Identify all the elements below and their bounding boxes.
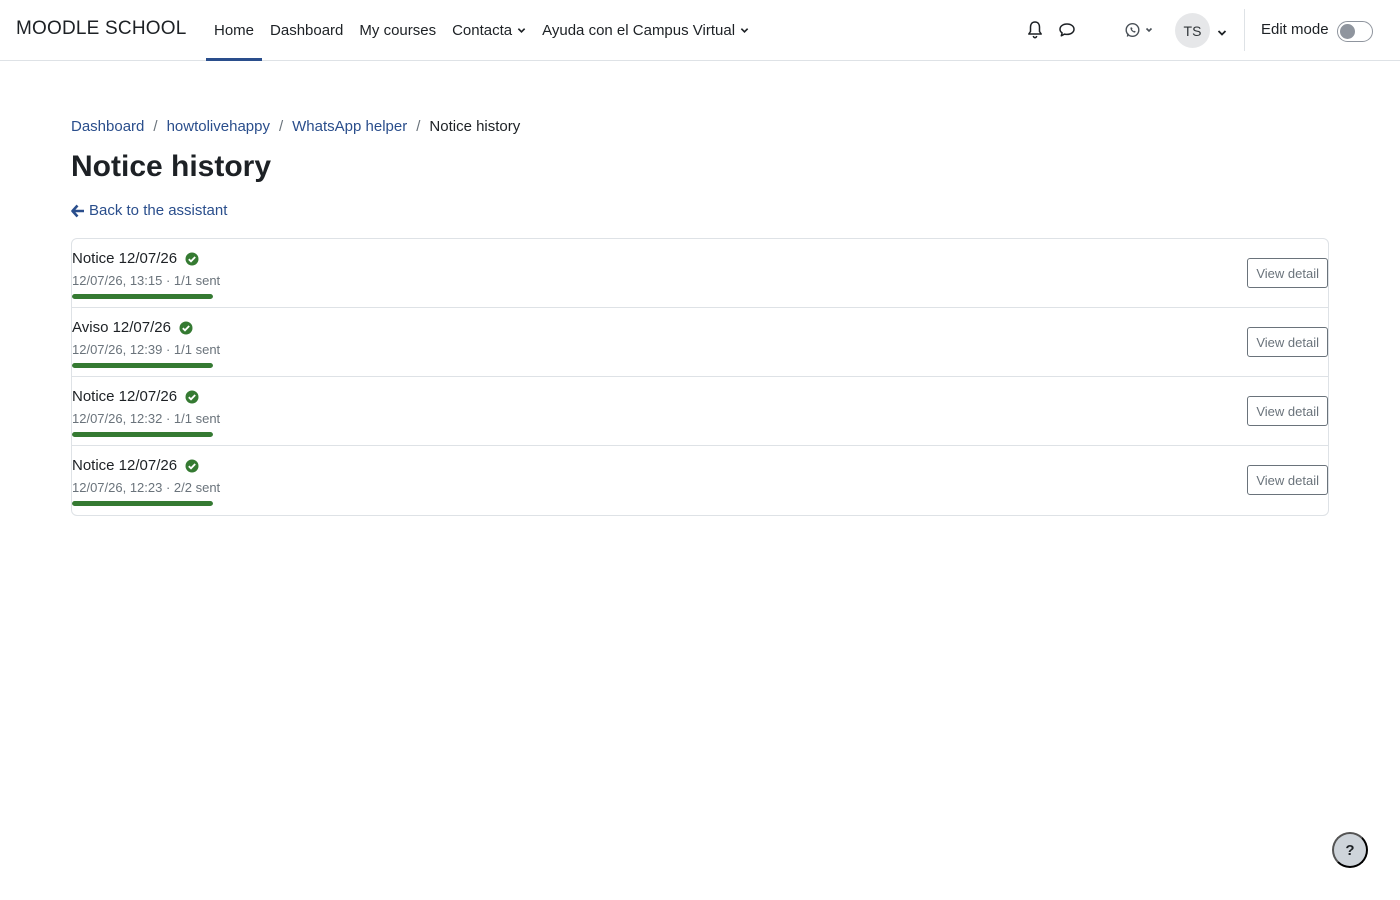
check-circle-icon	[185, 459, 199, 473]
primary-nav: Home Dashboard My courses Contacta Ayuda…	[206, 0, 757, 61]
breadcrumb-separator: /	[278, 118, 284, 135]
notice-title: Notice 12/07/26	[72, 457, 199, 474]
chat-bubble-icon[interactable]	[1055, 18, 1079, 42]
breadcrumb: Dashboard / howtolivehappy / WhatsApp he…	[71, 118, 520, 135]
chevron-down-icon	[740, 26, 749, 35]
toggle-knob	[1340, 24, 1355, 39]
edit-mode-toggle[interactable]	[1337, 21, 1373, 42]
chevron-down-icon	[517, 26, 526, 35]
site-brand[interactable]: MOODLE SCHOOL	[16, 18, 186, 40]
progress-bar	[72, 363, 213, 368]
notice-meta: 12/07/26, 12:23 · 2/2 sent	[72, 480, 221, 495]
nav-item-label: Contacta	[452, 21, 513, 39]
help-button[interactable]: ?	[1332, 832, 1368, 868]
nav-item-my-courses[interactable]: My courses	[351, 0, 444, 60]
check-circle-icon	[179, 321, 193, 335]
view-detail-button[interactable]: View detail	[1247, 327, 1328, 357]
nav-item-label: Dashboard	[270, 21, 344, 39]
edit-mode-label: Edit mode	[1261, 21, 1329, 38]
whatsapp-menu[interactable]	[1122, 18, 1158, 42]
nav-item-contacta[interactable]: Contacta	[444, 0, 534, 60]
nav-item-home[interactable]: Home	[206, 0, 263, 61]
notice-title: Notice 12/07/26	[72, 250, 199, 267]
page-title: Notice history	[71, 150, 272, 183]
nav-item-label: Home	[214, 21, 255, 39]
progress-fill	[72, 501, 213, 506]
whatsapp-icon	[1125, 22, 1140, 38]
notice-title-text: Notice 12/07/26	[72, 457, 178, 474]
nav-item-label: Ayuda con el Campus Virtual	[542, 21, 736, 39]
notice-title-text: Notice 12/07/26	[72, 250, 178, 267]
view-detail-button[interactable]: View detail	[1247, 396, 1328, 426]
breadcrumb-item-course[interactable]: howtolivehappy	[167, 118, 270, 135]
notice-title: Notice 12/07/26	[72, 388, 199, 405]
list-item: Aviso 12/07/26 12/07/26, 12:39 · 1/1 sen…	[72, 308, 1328, 377]
chevron-down-icon[interactable]	[1217, 25, 1227, 36]
nav-item-dashboard[interactable]: Dashboard	[262, 0, 351, 60]
view-detail-button[interactable]: View detail	[1247, 465, 1328, 495]
list-item: Notice 12/07/26 12/07/26, 12:23 · 2/2 se…	[72, 446, 1328, 515]
check-circle-icon	[185, 390, 199, 404]
progress-bar	[72, 294, 213, 299]
list-item: Notice 12/07/26 12/07/26, 13:15 · 1/1 se…	[72, 239, 1328, 308]
notice-title-text: Aviso 12/07/26	[72, 319, 171, 336]
notice-title: Aviso 12/07/26	[72, 319, 193, 336]
notice-meta: 12/07/26, 12:39 · 1/1 sent	[72, 342, 221, 357]
progress-fill	[72, 363, 213, 368]
breadcrumb-current: Notice history	[429, 118, 521, 135]
notice-meta: 12/07/26, 12:32 · 1/1 sent	[72, 411, 221, 426]
progress-fill	[72, 294, 213, 299]
notice-meta: 12/07/26, 13:15 · 1/1 sent	[72, 273, 221, 288]
avatar-initials: TS	[1183, 22, 1202, 39]
nav-item-label: My courses	[359, 21, 437, 39]
check-circle-icon	[185, 252, 199, 266]
view-detail-button[interactable]: View detail	[1247, 258, 1328, 288]
back-link-label: Back to the assistant	[89, 202, 228, 219]
notice-title-text: Notice 12/07/26	[72, 388, 178, 405]
breadcrumb-item-whatsapp-helper[interactable]: WhatsApp helper	[292, 118, 407, 135]
nav-divider	[1244, 9, 1245, 51]
arrow-left-icon	[71, 204, 84, 217]
breadcrumb-separator: /	[153, 118, 158, 135]
avatar[interactable]: TS	[1175, 13, 1210, 48]
top-navbar: MOODLE SCHOOL Home Dashboard My courses …	[0, 0, 1400, 61]
list-item: Notice 12/07/26 12/07/26, 12:32 · 1/1 se…	[72, 377, 1328, 446]
back-to-assistant-link[interactable]: Back to the assistant	[71, 202, 227, 219]
breadcrumb-item-dashboard[interactable]: Dashboard	[71, 118, 144, 135]
progress-fill	[72, 432, 213, 437]
progress-bar	[72, 501, 213, 506]
notice-list: Notice 12/07/26 12/07/26, 13:15 · 1/1 se…	[71, 238, 1329, 516]
bell-icon[interactable]	[1023, 18, 1047, 42]
progress-bar	[72, 432, 213, 437]
nav-item-ayuda-campus[interactable]: Ayuda con el Campus Virtual	[534, 0, 757, 60]
breadcrumb-separator: /	[416, 118, 421, 135]
